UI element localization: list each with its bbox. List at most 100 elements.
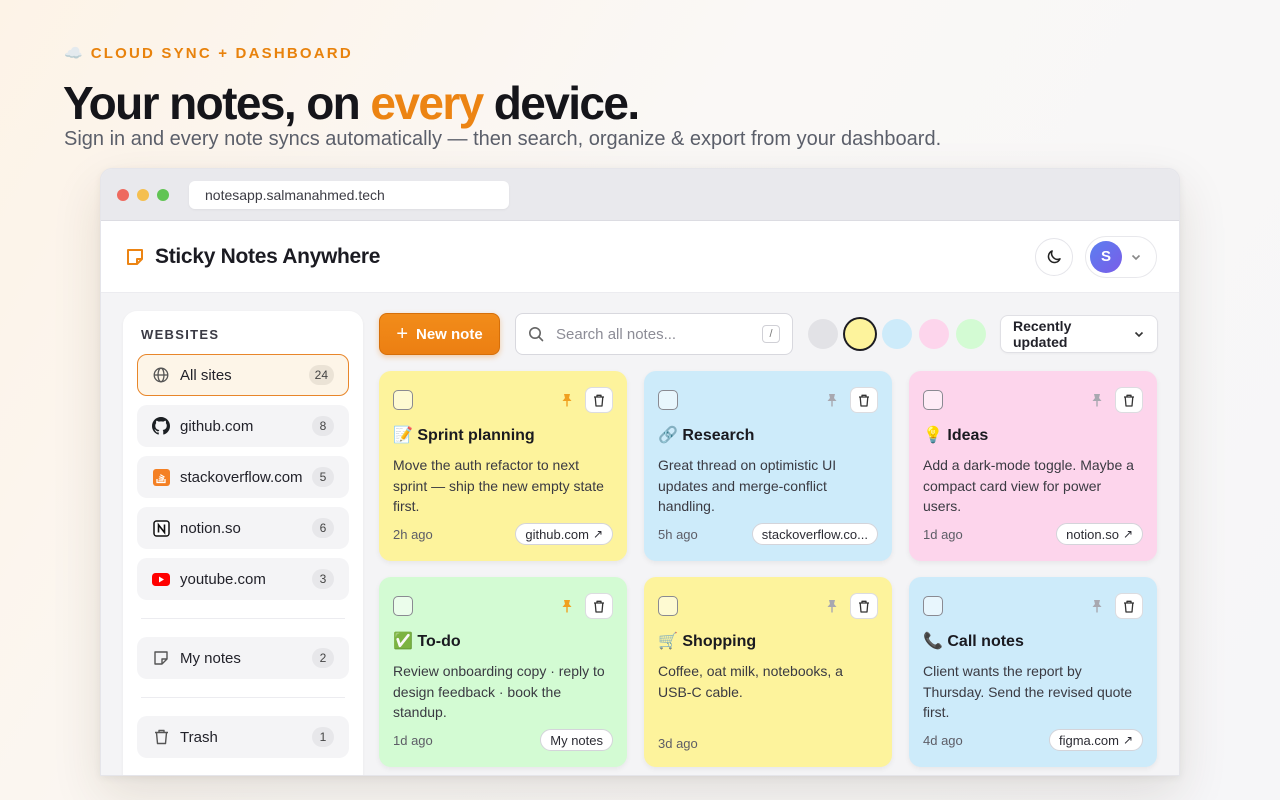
note-card[interactable]: 💡 Ideas Add a dark-mode toggle. Maybe a c… [909, 371, 1157, 561]
sidebar-item-stackoverflow[interactable]: stackoverflow.com 5 [137, 456, 349, 498]
trash-icon [859, 600, 869, 613]
color-filter-yellow[interactable] [845, 319, 875, 349]
sidebar-item-all-sites[interactable]: All sites 24 [137, 354, 349, 396]
note-title: 📞 Call notes [923, 631, 1143, 651]
pin-icon[interactable] [559, 392, 575, 408]
minimize-window-button[interactable] [137, 188, 149, 201]
delete-note-button[interactable] [585, 387, 613, 413]
card-toolbar [393, 593, 613, 619]
sidebar-item-my-notes[interactable]: My notes 2 [137, 637, 349, 679]
globe-icon [152, 366, 170, 384]
browser-window: notesapp.salmanahmed.tech Sticky Notes A… [100, 168, 1180, 776]
sidebar-item-github[interactable]: github.com 8 [137, 405, 349, 447]
note-timestamp: 5h ago [658, 526, 698, 542]
note-title: 💡 Ideas [923, 425, 1143, 445]
sticky-note-logo-icon [127, 248, 143, 265]
note-timestamp: 3d ago [658, 736, 698, 751]
sidebar-item-label: notion.so [180, 519, 241, 537]
sidebar: WEBSITES All sites 24 github.com 8 stack… [123, 311, 363, 775]
note-footer: 5h ago stackoverflow.co... [658, 523, 878, 545]
card-toolbar [658, 387, 878, 413]
color-filter-pink[interactable] [919, 319, 949, 349]
note-title-text: To-do [417, 633, 461, 650]
tag-label: notion.so [1066, 526, 1119, 542]
note-source-tag[interactable]: figma.com ↗ [1048, 729, 1143, 751]
color-filter-blue[interactable] [882, 319, 912, 349]
cloud-icon: ☁️ [64, 45, 83, 62]
search-icon [529, 327, 544, 342]
search-input[interactable] [556, 325, 762, 343]
headline-pre: Your notes, on [63, 77, 371, 129]
sidebar-item-trash[interactable]: Trash 1 [137, 716, 349, 758]
external-link-icon: ↗ [1122, 527, 1133, 541]
close-window-button[interactable] [117, 188, 129, 201]
delete-note-button[interactable] [585, 593, 613, 619]
note-card[interactable]: 📞 Call notes Client wants the report by T… [909, 577, 1157, 767]
note-footer: 1d ago My notes [393, 729, 613, 751]
select-checkbox[interactable] [923, 390, 943, 410]
github-icon [152, 417, 170, 435]
pin-icon[interactable] [824, 598, 840, 614]
chevron-down-icon [1131, 254, 1141, 260]
note-footer: 3d ago [658, 736, 878, 751]
note-body: Great thread on optimistic UI updates an… [658, 457, 837, 514]
note-card[interactable]: 🛒 Shopping Coffee, oat milk, notebooks, a… [644, 577, 892, 767]
sidebar-item-notion[interactable]: notion.so 6 [137, 507, 349, 549]
delete-note-button[interactable] [850, 593, 878, 619]
note-footer: 4d ago figma.com ↗ [923, 729, 1143, 751]
headline-accent: every [370, 77, 484, 129]
youtube-icon [152, 570, 170, 588]
pin-icon[interactable] [559, 598, 575, 614]
search-box[interactable]: / [515, 313, 793, 355]
delete-note-button[interactable] [1115, 387, 1143, 413]
note-emoji: 📝 [393, 427, 413, 444]
select-checkbox[interactable] [658, 596, 678, 616]
maximize-window-button[interactable] [157, 188, 169, 201]
note-title: 🛒 Shopping [658, 631, 878, 651]
card-toolbar [923, 593, 1143, 619]
sort-dropdown[interactable]: Recently updated [1000, 315, 1158, 353]
sidebar-item-label: My notes [180, 649, 241, 667]
count-badge: 6 [312, 518, 334, 538]
note-card[interactable]: ✅ To-do Review onboarding copy · reply to… [379, 577, 627, 767]
trash-icon [859, 394, 869, 407]
pin-icon[interactable] [1089, 392, 1105, 408]
new-note-button[interactable]: + New note [379, 313, 500, 355]
select-checkbox[interactable] [393, 596, 413, 616]
delete-note-button[interactable] [850, 387, 878, 413]
count-badge: 2 [312, 648, 334, 668]
trash-icon [594, 394, 604, 407]
note-footer: 2h ago github.com ↗ [393, 523, 613, 545]
pin-icon[interactable] [824, 392, 840, 408]
note-emoji: ✅ [393, 633, 413, 650]
note-source-tag[interactable]: stackoverflow.co... [751, 523, 878, 545]
card-toolbar [923, 387, 1143, 413]
note-card[interactable]: 📝 Sprint planning Move the auth refactor … [379, 371, 627, 561]
dark-mode-toggle-button[interactable] [1035, 237, 1073, 276]
note-title: ✅ To-do [393, 631, 613, 651]
note-title-text: Shopping [682, 633, 757, 650]
note-emoji: 💡 [923, 427, 943, 444]
note-source-tag[interactable]: notion.so ↗ [1056, 523, 1143, 545]
note-body: Move the auth refactor to next sprint — … [393, 457, 604, 514]
account-menu-button[interactable]: S [1085, 235, 1157, 278]
select-checkbox[interactable] [393, 390, 413, 410]
color-filter-green[interactable] [956, 319, 986, 349]
select-checkbox[interactable] [923, 596, 943, 616]
note-source-tag[interactable]: My notes [540, 729, 613, 751]
sidebar-divider [141, 697, 345, 698]
headline-post: device. [482, 77, 640, 129]
url-bar[interactable]: notesapp.salmanahmed.tech [189, 180, 509, 209]
eyebrow: ☁️ CLOUD SYNC + DASHBOARD [64, 44, 353, 63]
sidebar-item-youtube[interactable]: youtube.com 3 [137, 558, 349, 600]
pin-icon[interactable] [1089, 598, 1105, 614]
note-title-text: Research [682, 427, 755, 444]
select-checkbox[interactable] [658, 390, 678, 410]
count-badge: 8 [312, 416, 334, 436]
note-title-text: Ideas [947, 427, 989, 444]
delete-note-button[interactable] [1115, 593, 1143, 619]
search-shortcut-hint: / [762, 325, 780, 343]
note-source-tag[interactable]: github.com ↗ [515, 523, 613, 545]
color-filter-gray[interactable] [808, 319, 838, 349]
note-card[interactable]: 🔗 Research Great thread on optimistic UI … [644, 371, 892, 561]
